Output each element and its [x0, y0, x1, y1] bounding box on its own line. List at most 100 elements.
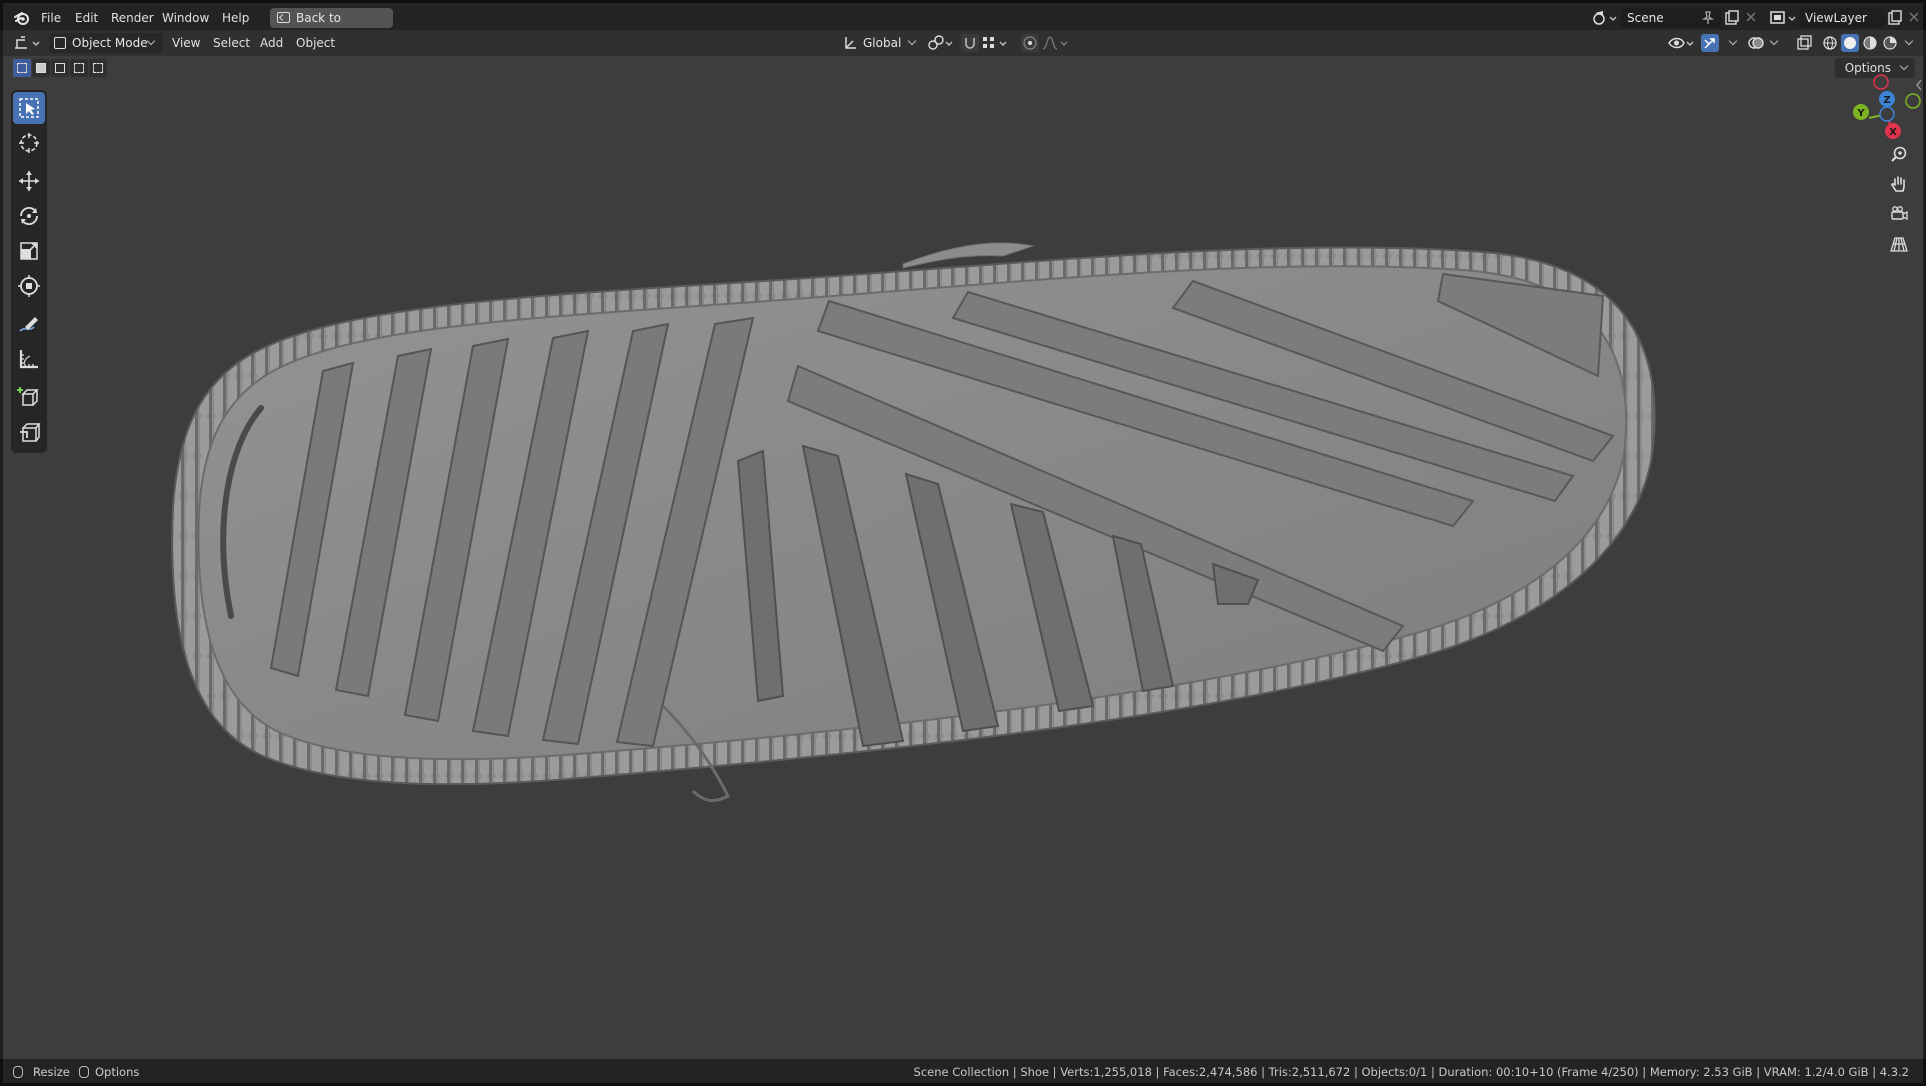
pin-icon[interactable] — [1701, 11, 1715, 25]
annotate-tool[interactable] — [13, 308, 45, 340]
gizmo-y-label: Y — [1856, 108, 1865, 119]
gizmo-x-label: X — [1889, 127, 1897, 138]
new-view-layer-icon[interactable] — [1887, 10, 1903, 26]
menu-edit[interactable]: Edit — [75, 9, 98, 27]
snap-target-icon[interactable] — [981, 34, 1011, 52]
scale-icon — [20, 242, 38, 260]
scene-statistics: Scene Collection | Shoe | Verts:1,255,01… — [913, 1065, 1909, 1079]
back-icon — [277, 12, 290, 23]
editor-type-icon[interactable] — [13, 34, 43, 52]
camera-icon — [1891, 206, 1908, 221]
rotate-tool[interactable] — [13, 200, 45, 232]
mouse-left-icon — [13, 1066, 23, 1078]
back-to-previous-button[interactable]: Back to Previous — [270, 8, 393, 45]
shading-options-chevron-icon[interactable] — [1904, 36, 1914, 46]
add-object-tool[interactable] — [13, 416, 45, 448]
select-mode-new-icon[interactable] — [13, 59, 31, 77]
select-box-icon — [19, 98, 39, 118]
overlays-options-chevron-icon[interactable] — [1769, 36, 1779, 46]
cursor-tool[interactable] — [13, 127, 45, 159]
delete-view-layer-icon[interactable] — [1908, 11, 1920, 23]
grid-icon — [1890, 237, 1908, 252]
status-bar: Resize Options Scene Collection | Shoe |… — [0, 1059, 1926, 1086]
scene-icon[interactable] — [1591, 9, 1617, 27]
rendered-shading-icon[interactable] — [1881, 34, 1899, 52]
delete-scene-icon[interactable] — [1745, 11, 1757, 23]
navigation-gizmo[interactable]: Y Z X — [1827, 70, 1923, 150]
annotate-icon — [19, 317, 38, 332]
scene-field[interactable]: Scene — [1621, 8, 1721, 28]
proportional-edit-icon[interactable] — [1021, 34, 1039, 52]
camera-view-button[interactable] — [1885, 200, 1913, 228]
pivot-point-icon[interactable] — [927, 34, 955, 52]
header-menu-object[interactable]: Object — [296, 34, 335, 52]
menu-help[interactable]: Help — [222, 9, 249, 27]
rotate-icon — [20, 206, 38, 226]
menu-file[interactable]: File — [41, 9, 61, 27]
viewport-header: Object Mode View Select Add Object Globa… — [3, 30, 1923, 56]
top-menu-bar: File Edit Render Window Help Back to Pre… — [0, 0, 1926, 45]
zoom-icon — [1891, 146, 1907, 162]
scene-name: Scene — [1627, 11, 1664, 25]
cursor-icon — [19, 133, 39, 153]
add-object-icon — [20, 423, 41, 442]
select-mode-intersect-icon[interactable] — [89, 59, 107, 77]
gizmo-toggle-icon[interactable] — [1701, 34, 1719, 52]
menu-render[interactable]: Render — [111, 9, 154, 27]
blender-logo-icon[interactable] — [13, 9, 31, 27]
transform-icon — [18, 275, 40, 297]
new-scene-icon[interactable] — [1724, 10, 1740, 26]
move-tool[interactable] — [13, 165, 45, 197]
chevron-down-icon — [1899, 61, 1909, 71]
wireframe-shading-icon[interactable] — [1821, 34, 1839, 52]
orientation-icon — [843, 36, 857, 50]
select-mode-buttons — [13, 59, 107, 77]
measure-icon — [19, 350, 38, 369]
hand-icon — [1891, 176, 1905, 192]
header-menu-view[interactable]: View — [172, 34, 200, 52]
mode-dropdown[interactable]: Object Mode — [49, 33, 163, 53]
snap-toggle-icon[interactable] — [961, 34, 979, 52]
overlays-icon[interactable] — [1747, 34, 1765, 52]
orientation-label: Global — [863, 36, 902, 50]
header-menu-add[interactable]: Add — [260, 34, 283, 52]
status-resize: Resize — [33, 1065, 70, 1079]
view-layer-icon[interactable] — [1769, 9, 1797, 27]
sidebar-toggle-icon[interactable] — [1915, 78, 1923, 92]
gizmo-neg-y-handle[interactable] — [1905, 93, 1921, 109]
gizmo-z-label: Z — [1883, 95, 1890, 106]
pan-button[interactable] — [1885, 170, 1913, 198]
add-cube-tool[interactable] — [13, 381, 45, 413]
3d-viewport[interactable]: Options Y Z X — [3, 56, 1923, 1059]
view-layer-field[interactable]: ViewLayer — [1799, 8, 1885, 28]
mode-label: Object Mode — [72, 36, 148, 50]
header-menu-select[interactable]: Select — [213, 34, 250, 52]
measure-tool[interactable] — [13, 343, 45, 375]
select-box-tool[interactable] — [13, 92, 45, 124]
transform-tool[interactable] — [13, 270, 45, 302]
chevron-down-icon — [146, 36, 156, 46]
add-cube-icon — [17, 387, 39, 406]
object-mode-icon — [54, 37, 66, 49]
menu-window[interactable]: Window — [162, 9, 209, 27]
visibility-icon[interactable] — [1667, 34, 1697, 52]
shoe-mesh[interactable] — [3, 56, 1923, 1059]
perspective-toggle-button[interactable] — [1885, 230, 1913, 258]
falloff-icon[interactable] — [1041, 34, 1071, 52]
select-mode-subtract-icon[interactable] — [51, 59, 69, 77]
select-mode-extend-icon[interactable] — [32, 59, 50, 77]
gizmo-options-chevron-icon[interactable] — [1728, 36, 1738, 46]
material-shading-icon[interactable] — [1861, 34, 1879, 52]
zoom-button[interactable] — [1885, 140, 1913, 168]
select-mode-difference-icon[interactable] — [70, 59, 88, 77]
view-layer-name: ViewLayer — [1805, 11, 1867, 25]
xray-toggle-icon[interactable] — [1795, 34, 1813, 52]
gizmo-neg-x-handle[interactable] — [1873, 74, 1889, 90]
gizmo-neg-z-handle[interactable] — [1879, 106, 1895, 122]
move-icon — [19, 171, 39, 191]
scale-tool[interactable] — [13, 235, 45, 267]
tool-shelf — [11, 90, 47, 453]
transform-orientation-dropdown[interactable]: Global — [839, 33, 921, 53]
solid-shading-icon[interactable] — [1841, 34, 1859, 52]
chevron-down-icon — [907, 36, 917, 46]
